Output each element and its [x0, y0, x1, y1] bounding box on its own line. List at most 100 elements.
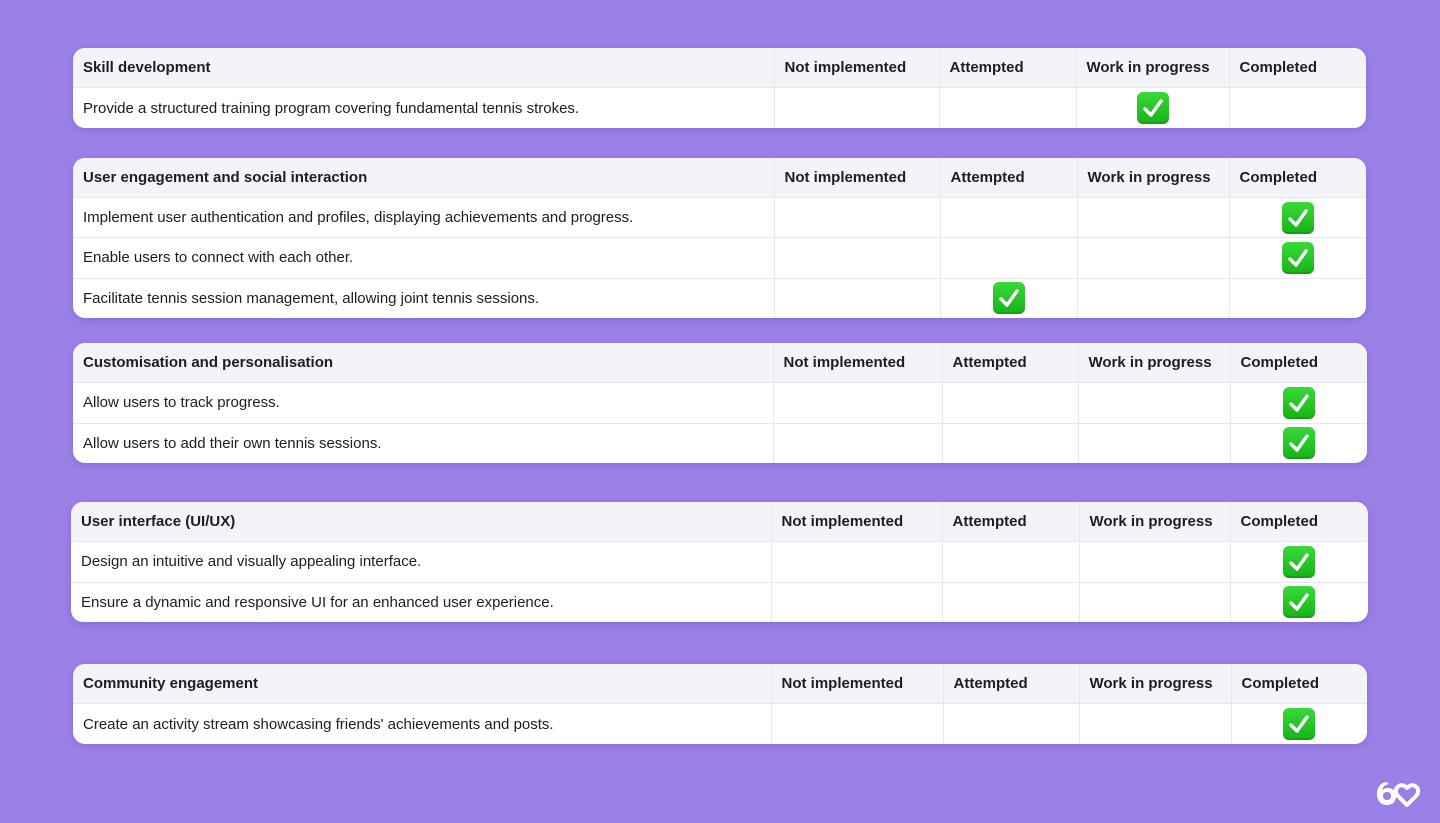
section-card-customisation-and-personalisation: Customisation and personalisation Not imp…: [73, 343, 1367, 463]
status-cell-completed: [1228, 237, 1366, 279]
column-header-work-in-progress: Work in progress: [1075, 48, 1229, 88]
status-cell-not-implemented: [773, 87, 939, 128]
table-row: Design an intuitive and visually appeali…: [71, 541, 1368, 582]
requirement-text: Create an activity stream showcasing fri…: [73, 703, 771, 744]
status-cell-work-in-progress: [1078, 541, 1230, 582]
status-cell-attempted: [941, 422, 1078, 463]
column-header-work-in-progress: Work in progress: [1078, 664, 1231, 704]
check-mark-icon: [1282, 386, 1315, 419]
column-header-not-implemented: Not implemented: [772, 343, 942, 383]
status-cell-work-in-progress: [1076, 277, 1229, 318]
status-cell-not-implemented: [773, 196, 940, 238]
status-cell-completed: [1229, 541, 1368, 582]
check-mark-icon: [1281, 241, 1314, 274]
column-header-work-in-progress: Work in progress: [1078, 502, 1230, 542]
status-cell-completed: [1229, 422, 1367, 463]
status-cell-not-implemented: [770, 581, 942, 622]
table-row: Create an activity stream showcasing fri…: [73, 703, 1367, 744]
status-cell-attempted: [941, 581, 1079, 622]
status-cell-attempted: [939, 277, 1077, 318]
requirement-text: Provide a structured training program co…: [73, 87, 774, 128]
column-header-not-implemented: Not implemented: [773, 158, 940, 198]
section-title: Customisation and personalisation: [73, 343, 773, 383]
column-header-not-implemented: Not implemented: [770, 664, 943, 704]
table-header-row: User engagement and social interaction No…: [73, 158, 1366, 198]
section-card-community-engagement: Community engagement Not implemented Attem…: [73, 664, 1367, 744]
column-header-completed: Completed: [1228, 48, 1366, 88]
column-header-attempted: Attempted: [938, 48, 1076, 88]
requirement-text: Allow users to track progress.: [73, 382, 773, 423]
status-cell-work-in-progress: [1077, 422, 1230, 463]
requirement-text: Design an intuitive and visually appeali…: [71, 541, 771, 582]
table-row: Facilitate tennis session management, al…: [73, 277, 1366, 318]
column-header-completed: Completed: [1229, 502, 1368, 542]
status-cell-completed: [1229, 581, 1368, 622]
check-mark-icon: [1283, 545, 1316, 578]
section-title: User interface (UI/UX): [71, 502, 771, 542]
column-header-completed: Completed: [1230, 664, 1367, 704]
status-cell-attempted: [938, 87, 1076, 128]
column-header-attempted: Attempted: [942, 664, 1079, 704]
status-table: User interface (UI/UX) Not implemented Att…: [71, 502, 1368, 622]
column-header-attempted: Attempted: [941, 502, 1079, 542]
column-header-work-in-progress: Work in progress: [1077, 343, 1230, 383]
status-cell-work-in-progress: [1075, 87, 1229, 128]
table-header-row: Customisation and personalisation Not imp…: [73, 343, 1367, 383]
check-mark-icon: [1283, 586, 1316, 619]
status-cell-not-implemented: [770, 703, 943, 744]
status-cell-completed: [1228, 196, 1366, 238]
section-title: User engagement and social interaction: [73, 158, 774, 198]
check-mark-icon: [1136, 92, 1169, 124]
sixty-heart-logo: [1372, 774, 1422, 810]
column-header-attempted: Attempted: [941, 343, 1078, 383]
column-header-attempted: Attempted: [939, 158, 1077, 198]
column-header-not-implemented: Not implemented: [773, 48, 939, 88]
requirement-text: Allow users to add their own tennis sess…: [73, 422, 773, 463]
section-card-user-engagement-and-social-interaction: User engagement and social interaction No…: [73, 158, 1366, 318]
status-cell-not-implemented: [772, 422, 942, 463]
status-cell-work-in-progress: [1078, 581, 1230, 622]
table-header-row: User interface (UI/UX) Not implemented Att…: [71, 502, 1368, 542]
status-table: Community engagement Not implemented Attem…: [73, 664, 1367, 744]
check-mark-icon: [1281, 201, 1314, 234]
status-cell-work-in-progress: [1076, 237, 1229, 279]
status-cell-completed: [1229, 382, 1367, 423]
status-cell-attempted: [941, 541, 1079, 582]
status-table: Customisation and personalisation Not imp…: [73, 343, 1367, 463]
status-cell-attempted: [939, 237, 1077, 279]
table-row: Ensure a dynamic and responsive UI for a…: [71, 581, 1368, 622]
status-cell-attempted: [942, 703, 1079, 744]
section-title: Skill development: [73, 48, 774, 88]
requirement-text: Ensure a dynamic and responsive UI for a…: [71, 581, 771, 622]
status-cell-not-implemented: [773, 237, 940, 279]
status-cell-work-in-progress: [1078, 703, 1231, 744]
status-cell-attempted: [939, 196, 1077, 238]
status-table: User engagement and social interaction No…: [73, 158, 1366, 318]
column-header-completed: Completed: [1228, 158, 1366, 198]
table-row: Enable users to connect with each other.: [73, 237, 1366, 279]
section-card-user-interface-ui-ux: User interface (UI/UX) Not implemented Att…: [71, 502, 1368, 622]
status-cell-not-implemented: [772, 382, 942, 423]
status-cell-not-implemented: [770, 541, 942, 582]
check-mark-icon: [1283, 708, 1316, 740]
table-header-row: Skill development Not implemented Attempte…: [73, 48, 1366, 88]
column-header-not-implemented: Not implemented: [770, 502, 942, 542]
check-mark-icon: [1282, 427, 1315, 460]
section-card-skill-development: Skill development Not implemented Attempte…: [73, 48, 1366, 128]
table-row: Allow users to add their own tennis sess…: [73, 422, 1367, 463]
status-cell-completed: [1228, 277, 1366, 318]
status-cell-work-in-progress: [1077, 382, 1230, 423]
status-cell-completed: [1228, 87, 1366, 128]
section-title: Community engagement: [73, 664, 771, 704]
status-cell-not-implemented: [773, 277, 940, 318]
column-header-work-in-progress: Work in progress: [1076, 158, 1229, 198]
requirement-text: Implement user authentication and profil…: [73, 196, 774, 238]
table-header-row: Community engagement Not implemented Attem…: [73, 664, 1367, 704]
requirement-text: Enable users to connect with each other.: [73, 237, 774, 279]
table-row: Implement user authentication and profil…: [73, 196, 1366, 238]
table-row: Provide a structured training program co…: [73, 87, 1366, 128]
check-mark-icon: [992, 282, 1025, 315]
column-header-completed: Completed: [1229, 343, 1367, 383]
table-row: Allow users to track progress.: [73, 382, 1367, 423]
status-cell-work-in-progress: [1076, 196, 1229, 238]
